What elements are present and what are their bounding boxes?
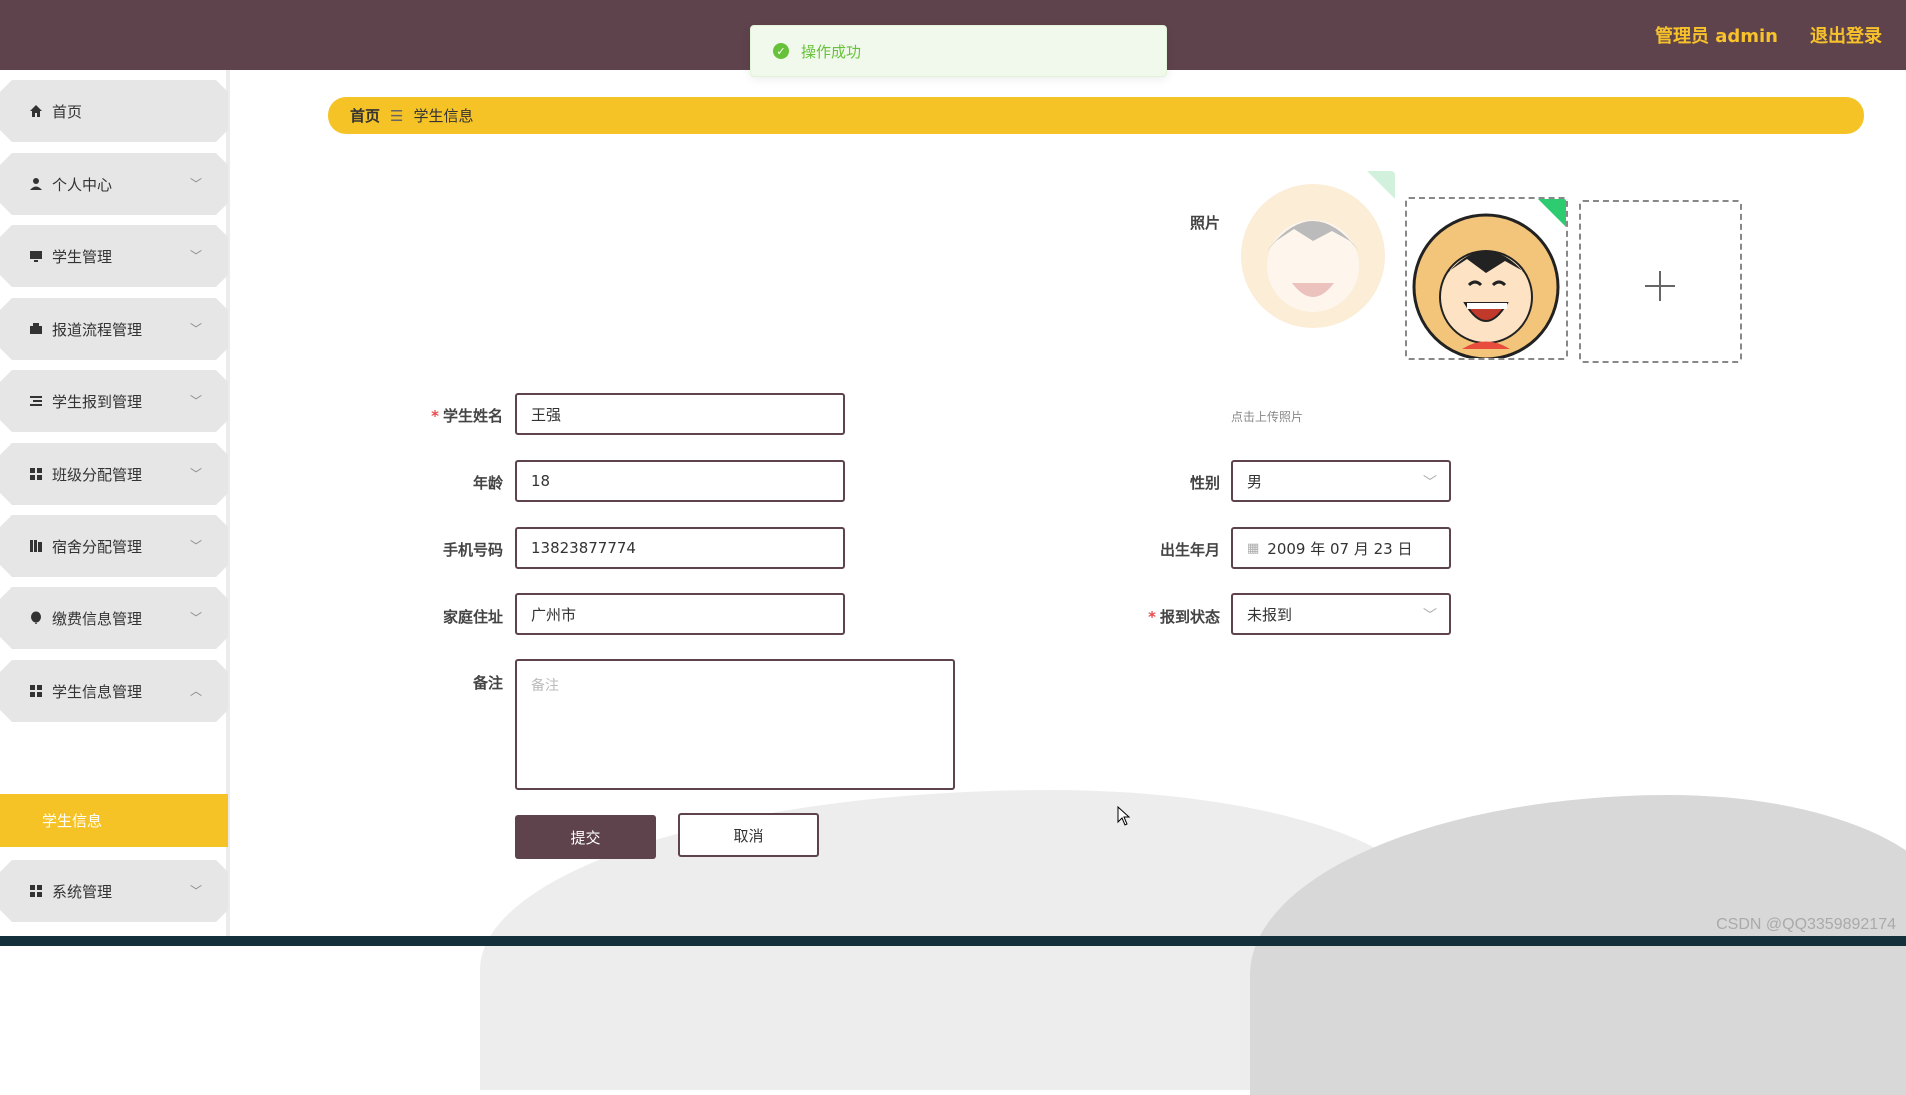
success-toast: ✓ 操作成功: [750, 25, 1167, 77]
required-mark: *: [1148, 608, 1156, 626]
toast-message: 操作成功: [801, 41, 861, 62]
remark-placeholder: 备注: [531, 678, 559, 694]
sidebar-item-student-info-management[interactable]: 学生信息管理 ︿: [0, 660, 228, 722]
sidebar-item-label: 班级分配管理: [52, 464, 142, 485]
breadcrumb-current: 学生信息: [413, 105, 473, 126]
home-icon: [28, 103, 44, 119]
address-label: 家庭住址: [400, 606, 503, 627]
sidebar-item-label: 首页: [52, 101, 82, 122]
sidebar-item-report-process[interactable]: 报道流程管理 ﹀: [0, 298, 228, 360]
required-mark: *: [431, 407, 439, 425]
phone-label: 手机号码: [400, 539, 503, 560]
chevron-down-icon: ﹀: [190, 392, 202, 409]
breadcrumb: 首页 ☰ 学生信息: [328, 97, 1864, 134]
grid-icon: [28, 466, 44, 482]
sidebar-item-student-management[interactable]: 学生管理 ﹀: [0, 225, 228, 287]
chevron-down-icon: ﹀: [190, 175, 202, 192]
age-label: 年龄: [400, 472, 503, 493]
gender-select[interactable]: 男 ﹀: [1231, 460, 1451, 502]
photo-upload-button[interactable]: [1579, 200, 1742, 363]
remark-textarea[interactable]: 备注: [515, 659, 955, 790]
chevron-down-icon: ﹀: [190, 609, 202, 626]
admin-label: 管理员 admin: [1655, 22, 1778, 48]
sidebar-item-label: 个人中心: [52, 174, 112, 195]
student-name-input[interactable]: 王强: [515, 393, 845, 435]
sidebar-item-label: 系统管理: [52, 881, 112, 902]
submit-button[interactable]: 提交: [515, 815, 656, 859]
chevron-down-icon: ﹀: [190, 465, 202, 482]
gender-label: 性别: [1130, 472, 1220, 493]
photo-thumbnail[interactable]: [1405, 197, 1568, 360]
age-input[interactable]: 18: [515, 460, 845, 502]
wallet-icon: [28, 321, 44, 337]
student-name-label: *学生姓名: [400, 405, 503, 426]
sidebar-item-student-report[interactable]: 学生报到管理 ﹀: [0, 370, 228, 432]
sidebar-item-label: 报道流程管理: [52, 319, 142, 340]
mouse-cursor-icon: [1117, 806, 1131, 826]
chevron-up-icon: ︿: [190, 682, 202, 699]
grid-icon: [28, 883, 44, 899]
photo-label: 照片: [1150, 212, 1220, 233]
photo-hint: 点击上传照片: [1231, 408, 1303, 425]
avatar-image: [1232, 171, 1395, 334]
sidebar-item-label: 缴费信息管理: [52, 608, 142, 629]
chevron-down-icon: ﹀: [190, 320, 202, 337]
sidebar-item-payment-info[interactable]: 缴费信息管理 ﹀: [0, 587, 228, 649]
bottom-bar: [0, 936, 1906, 946]
chevron-down-icon: ﹀: [190, 882, 202, 899]
topbar-user-area: 管理员 admin 退出登录: [1655, 22, 1882, 48]
avatar-image: [1407, 199, 1566, 358]
sidebar-item-home[interactable]: 首页: [0, 80, 228, 142]
monitor-icon: [28, 248, 44, 264]
sidebar-item-label: 学生报到管理: [52, 391, 142, 412]
report-status-select[interactable]: 未报到 ﹀: [1231, 593, 1451, 635]
sidebar-item-dorm-assignment[interactable]: 宿舍分配管理 ﹀: [0, 515, 228, 577]
breadcrumb-separator-icon: ☰: [390, 107, 403, 125]
sidebar-item-label: 学生信息管理: [52, 681, 142, 702]
sidebar: 首页 个人中心 ﹀ 学生管理 ﹀ 报道流程管理 ﹀ 学生报到管理 ﹀ 班级分配管…: [0, 70, 230, 936]
birth-date-picker[interactable]: ▦ 2009 年 07 月 23 日: [1231, 527, 1451, 569]
chevron-down-icon: ﹀: [190, 537, 202, 554]
watermark: CSDN @QQ3359892174: [1716, 916, 1896, 934]
check-circle-icon: ✓: [773, 43, 789, 59]
balloon-icon: [28, 610, 44, 626]
calendar-icon: ▦: [1247, 541, 1259, 556]
chevron-down-icon: ﹀: [190, 247, 202, 264]
photo-thumbnail-faded: [1232, 171, 1395, 334]
report-status-label: *报到状态: [1110, 606, 1220, 627]
books-icon: [28, 538, 44, 554]
breadcrumb-home[interactable]: 首页: [350, 105, 380, 126]
user-icon: [28, 176, 44, 192]
grid-icon: [28, 683, 44, 699]
sidebar-subitem-label: 学生信息: [42, 810, 102, 831]
address-input[interactable]: 广州市: [515, 593, 845, 635]
chevron-down-icon: ﹀: [1423, 472, 1437, 492]
chevron-down-icon: ﹀: [1423, 605, 1437, 625]
birth-label: 出生年月: [1130, 539, 1220, 560]
phone-input[interactable]: 13823877774: [515, 527, 845, 569]
remark-label: 备注: [400, 672, 503, 693]
sidebar-item-label: 宿舍分配管理: [52, 536, 142, 557]
list-icon: [28, 393, 44, 409]
logout-button[interactable]: 退出登录: [1810, 22, 1882, 48]
sidebar-item-personal-center[interactable]: 个人中心 ﹀: [0, 153, 228, 215]
sidebar-item-label: 学生管理: [52, 246, 112, 267]
sidebar-subitem-student-info[interactable]: 学生信息: [0, 794, 228, 847]
sidebar-item-class-assignment[interactable]: 班级分配管理 ﹀: [0, 443, 228, 505]
sidebar-item-system-management[interactable]: 系统管理 ﹀: [0, 860, 228, 922]
plus-icon: [1581, 202, 1740, 361]
cancel-button[interactable]: 取消: [678, 813, 819, 857]
